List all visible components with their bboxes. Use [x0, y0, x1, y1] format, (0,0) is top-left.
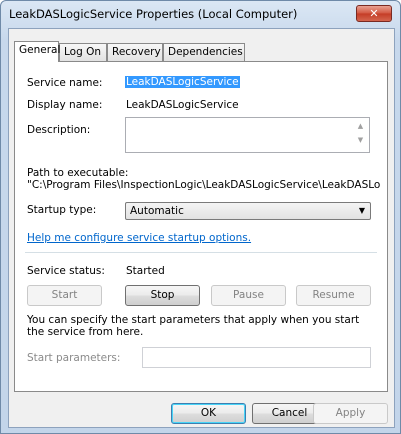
display-name-value[interactable]: LeakDASLogicService	[126, 99, 239, 111]
path-label: Path to executable:	[27, 167, 129, 179]
pause-button[interactable]: Pause	[211, 285, 286, 306]
help-startup-link[interactable]: Help me configure service startup option…	[27, 232, 251, 244]
resume-button[interactable]: Resume	[296, 285, 371, 306]
start-params-input[interactable]	[142, 347, 371, 368]
title-bar[interactable]: LeakDASLogicService Properties (Local Co…	[1, 1, 400, 27]
ok-button[interactable]: OK	[171, 403, 246, 424]
description-textbox[interactable]: ▲ ▼	[125, 117, 370, 153]
tab-dependencies[interactable]: Dependencies	[163, 43, 245, 61]
tab-recovery[interactable]: Recovery	[107, 43, 163, 61]
description-scrollbar[interactable]: ▲ ▼	[353, 119, 368, 151]
start-button[interactable]: Start	[27, 285, 102, 306]
properties-window: LeakDASLogicService Properties (Local Co…	[0, 0, 401, 434]
chevron-down-icon: ▼	[358, 206, 365, 215]
start-params-label: Start parameters:	[27, 352, 121, 364]
dialog-client-area: General Log On Recovery Dependencies Ser…	[8, 28, 395, 428]
service-name-value[interactable]: LeakDASLogicService	[125, 76, 240, 88]
service-name-label: Service name:	[27, 77, 103, 89]
close-button[interactable]: ✕	[356, 5, 392, 22]
service-status-label: Service status:	[27, 265, 105, 277]
startup-type-value: Automatic	[130, 205, 184, 217]
startup-type-label: Startup type:	[27, 204, 97, 216]
display-name-label: Display name:	[27, 99, 103, 111]
scroll-up-icon[interactable]: ▲	[353, 122, 368, 130]
start-params-hint: You can specify the start parameters tha…	[27, 314, 360, 338]
close-icon: ✕	[369, 7, 379, 20]
separator	[25, 252, 377, 253]
service-status-value: Started	[126, 265, 165, 277]
window-title: LeakDASLogicService Properties (Local Co…	[9, 7, 298, 21]
general-tab-panel: Service name: LeakDASLogicService Displa…	[14, 61, 388, 392]
path-value[interactable]: "C:\Program Files\InspectionLogic\LeakDA…	[27, 179, 381, 191]
scroll-down-icon[interactable]: ▼	[353, 136, 368, 144]
tab-general[interactable]: General	[14, 41, 60, 62]
description-label: Description:	[27, 124, 91, 136]
stop-button[interactable]: Stop	[125, 285, 200, 306]
tab-log-on[interactable]: Log On	[59, 43, 107, 61]
apply-button[interactable]: Apply	[313, 403, 388, 424]
startup-type-dropdown[interactable]: Automatic ▼	[125, 202, 371, 220]
